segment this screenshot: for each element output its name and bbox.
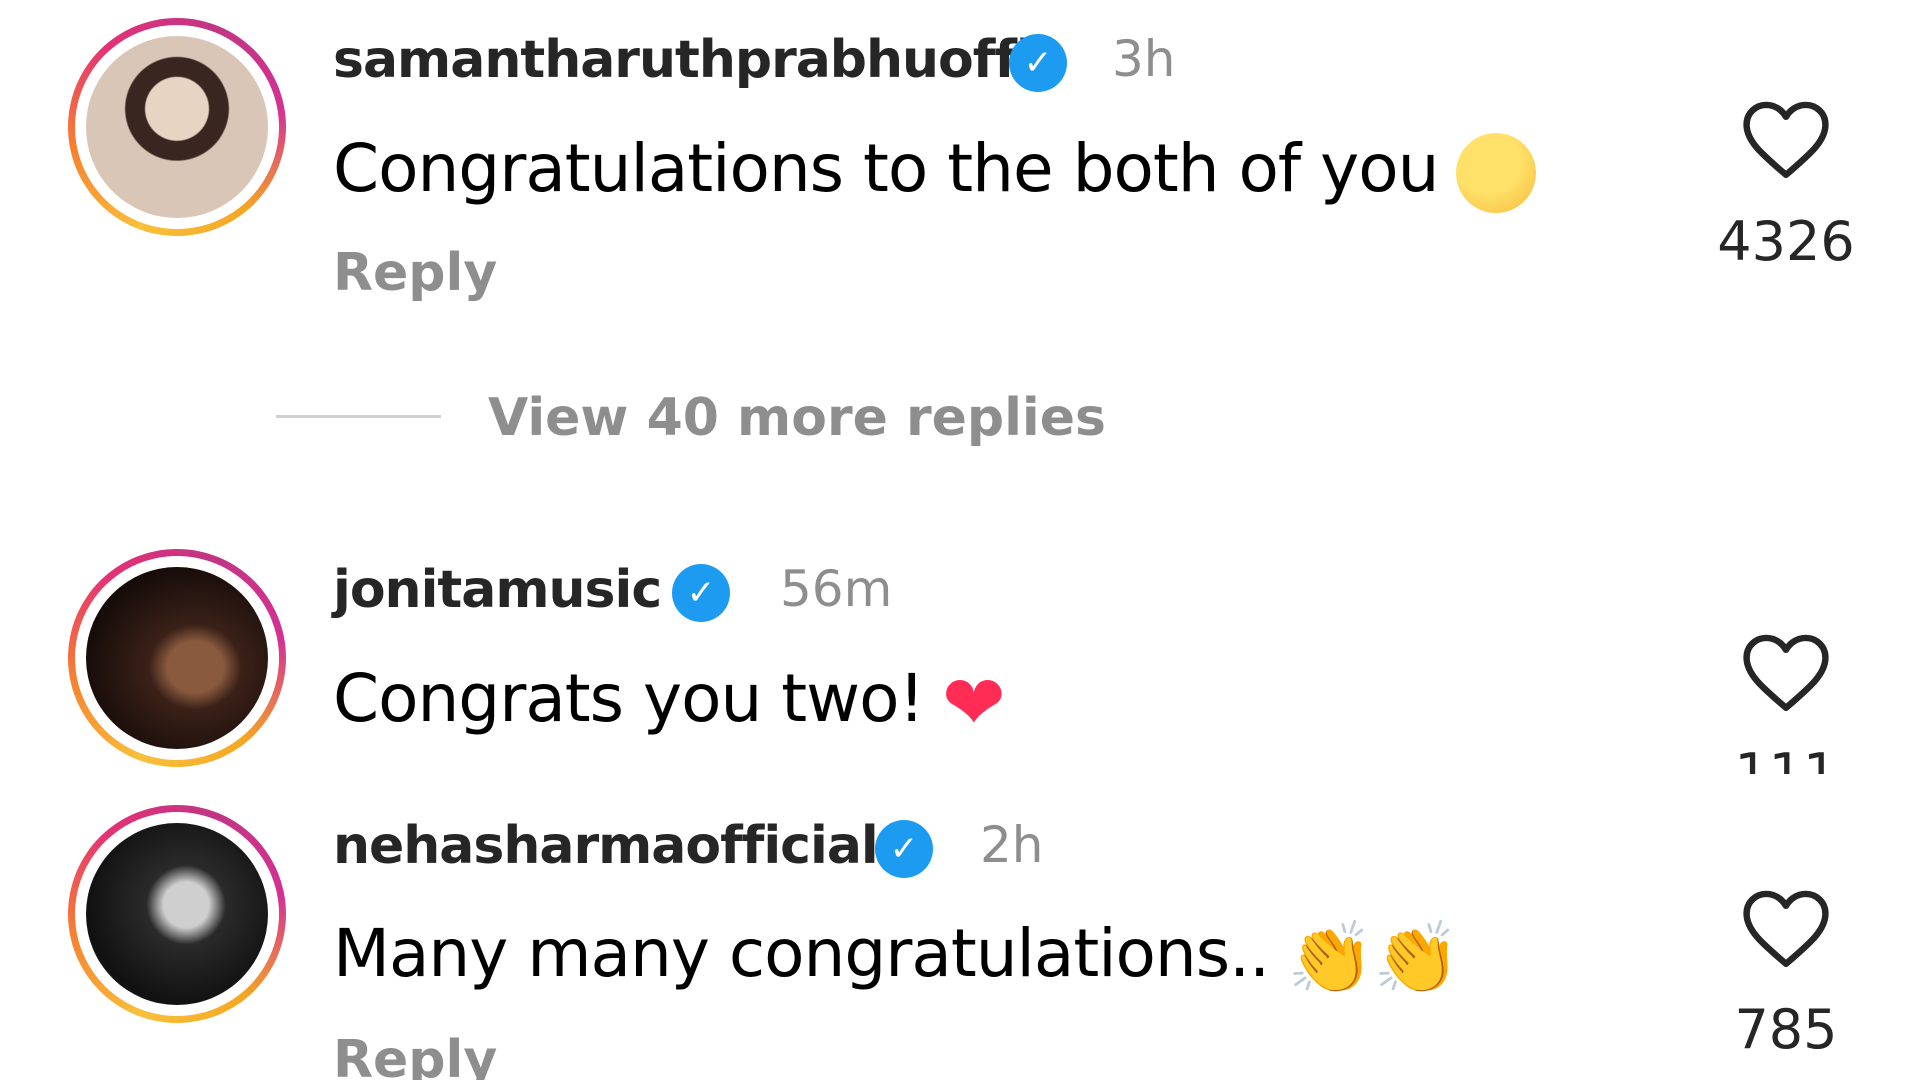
verified-badge-icon: ✓	[672, 564, 730, 622]
avatar	[86, 823, 268, 1005]
comment-text-content: Many many congratulations..	[333, 915, 1270, 992]
clapping-hands-icon: 👏👏	[1287, 916, 1460, 999]
hugging-face-icon	[1456, 132, 1537, 213]
verified-badge-icon: ✓	[1009, 34, 1067, 92]
comments-list: samantharuthprabhuoffl ✓ 3h Congratulati…	[0, 0, 1920, 1080]
comment-text: Congrats you two! ❤	[333, 657, 1006, 747]
comment-username[interactable]: jonitamusic	[333, 560, 662, 620]
replies-divider	[276, 415, 441, 418]
comment-time: 2h	[980, 816, 1044, 874]
view-more-replies-button[interactable]: View 40 more replies	[488, 388, 1106, 448]
comment-text-content: Congrats you two!	[333, 660, 925, 737]
verified-badge-icon: ✓	[875, 820, 933, 878]
comment-time: 56m	[780, 560, 893, 618]
comment-time: 3h	[1112, 30, 1176, 88]
comment-text: Many many congratulations.. 👏👏	[333, 915, 1460, 999]
comment-username[interactable]: nehasharmaofficial	[333, 816, 879, 876]
reply-button[interactable]: Reply	[333, 1030, 497, 1080]
heart-outline-icon[interactable]	[1743, 888, 1829, 968]
comment-text: Congratulations to the both of you	[333, 130, 1537, 213]
like-count: 111	[1734, 742, 1838, 774]
avatar-ring[interactable]	[68, 18, 286, 236]
comment-username[interactable]: samantharuthprabhuoffl	[333, 30, 1034, 90]
like-count: 4326	[1717, 210, 1855, 273]
avatar-ring[interactable]	[68, 549, 286, 767]
avatar-ring[interactable]	[68, 805, 286, 1023]
red-heart-icon: ❤	[941, 657, 1006, 747]
avatar	[86, 36, 268, 218]
comment-text-content: Congratulations to the both of you	[333, 130, 1439, 207]
heart-outline-icon[interactable]	[1743, 632, 1829, 712]
like-count: 785	[1734, 998, 1838, 1061]
like-count-clip: 111	[1706, 742, 1866, 774]
heart-outline-icon[interactable]	[1743, 99, 1829, 179]
avatar	[86, 567, 268, 749]
reply-button[interactable]: Reply	[333, 243, 497, 303]
